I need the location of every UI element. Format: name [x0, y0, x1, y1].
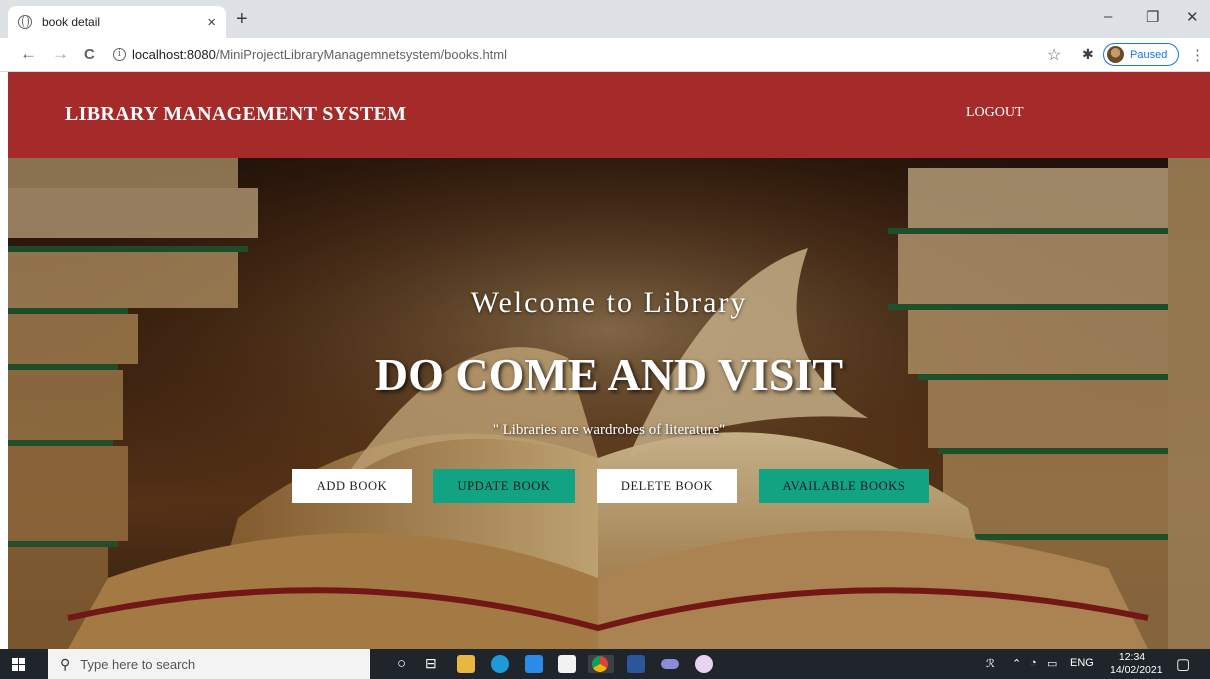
browser-tab[interactable]: book detail ×: [8, 6, 226, 38]
brand-title: LIBRARY MANAGEMENT SYSTEM: [65, 103, 407, 125]
site-info-icon[interactable]: i: [113, 48, 126, 61]
task-view-icon[interactable]: ⊟: [425, 655, 437, 672]
logout-link[interactable]: LOGOUT: [966, 105, 1024, 121]
hero-content: Welcome to Library DO COME AND VISIT " L…: [8, 158, 1210, 649]
clock-time: 12:34: [1118, 651, 1146, 663]
welcome-text: Welcome to Library: [470, 286, 748, 319]
update-book-button[interactable]: UPDATE BOOK: [433, 469, 575, 503]
chevron-up-icon[interactable]: ⌃: [1012, 657, 1021, 670]
bookmark-star-icon[interactable]: ☆: [1047, 45, 1061, 65]
browser-tab-strip: book detail × + – ❐ ✕: [0, 0, 1210, 38]
browser-toolbar: ← → C i localhost:8080/MiniProjectLibrar…: [0, 38, 1210, 72]
windows-taskbar: ⚲ Type here to search ○ ⊟ ℛ ⌃ ◔ ▭ ENG 12…: [0, 649, 1210, 679]
chrome-icon: [592, 656, 608, 672]
tab-title: book detail: [42, 15, 101, 29]
language-indicator[interactable]: ENG: [1070, 657, 1094, 669]
system-clock[interactable]: 12:34 14/02/2021: [1110, 651, 1163, 677]
minimize-button[interactable]: –: [1104, 8, 1112, 25]
reload-button[interactable]: C: [84, 46, 95, 63]
people-icon[interactable]: ℛ: [986, 657, 995, 670]
word-icon[interactable]: [627, 655, 645, 673]
delete-book-button[interactable]: DELETE BOOK: [597, 469, 737, 503]
url-path: /MiniProjectLibraryManagemnetsystem/book…: [215, 47, 508, 62]
tab-close-button[interactable]: ×: [207, 14, 216, 31]
cortana-icon[interactable]: ○: [397, 655, 406, 672]
back-button[interactable]: ←: [20, 44, 37, 64]
hero-section: Welcome to Library DO COME AND VISIT " L…: [8, 158, 1210, 649]
address-bar[interactable]: localhost:8080/MiniProjectLibraryManagem…: [132, 47, 507, 62]
profile-status: Paused: [1130, 48, 1168, 61]
wifi-icon[interactable]: ◔: [1030, 657, 1037, 669]
new-tab-button[interactable]: +: [236, 9, 248, 29]
windows-start-icon[interactable]: [12, 658, 25, 671]
store-icon[interactable]: [558, 655, 576, 673]
clock-date: 14/02/2021: [1110, 664, 1163, 676]
hero-quote: " Libraries are wardrobes of literature": [492, 422, 726, 438]
eclipse-icon[interactable]: [661, 659, 679, 669]
restore-button[interactable]: ❐: [1146, 8, 1159, 26]
profile-button[interactable]: Paused: [1103, 43, 1179, 66]
edge-icon[interactable]: [491, 655, 509, 673]
available-books-button[interactable]: AVAILABLE BOOKS: [759, 469, 929, 503]
mail-icon[interactable]: [525, 655, 543, 673]
forward-button[interactable]: →: [52, 44, 69, 64]
taskbar-search-box[interactable]: ⚲ Type here to search: [48, 649, 370, 679]
url-host: localhost:8080: [132, 47, 216, 62]
extensions-puzzle-icon[interactable]: ✱: [1082, 46, 1094, 63]
paint-icon[interactable]: [695, 655, 713, 673]
avatar: [1107, 46, 1124, 63]
search-icon: ⚲: [60, 655, 71, 672]
add-book-button[interactable]: ADD BOOK: [292, 469, 412, 503]
close-window-button[interactable]: ✕: [1186, 8, 1199, 26]
browser-menu-icon[interactable]: ⋮: [1190, 46, 1205, 64]
taskbar-search-placeholder: Type here to search: [80, 656, 196, 672]
file-explorer-icon[interactable]: [457, 655, 475, 673]
notifications-icon[interactable]: ▢: [1176, 655, 1190, 673]
hero-headline: DO COME AND VISIT: [374, 349, 844, 400]
globe-icon: [18, 15, 32, 29]
site-header: LIBRARY MANAGEMENT SYSTEM LOGOUT: [8, 72, 1210, 158]
battery-icon[interactable]: ▭: [1047, 657, 1057, 670]
